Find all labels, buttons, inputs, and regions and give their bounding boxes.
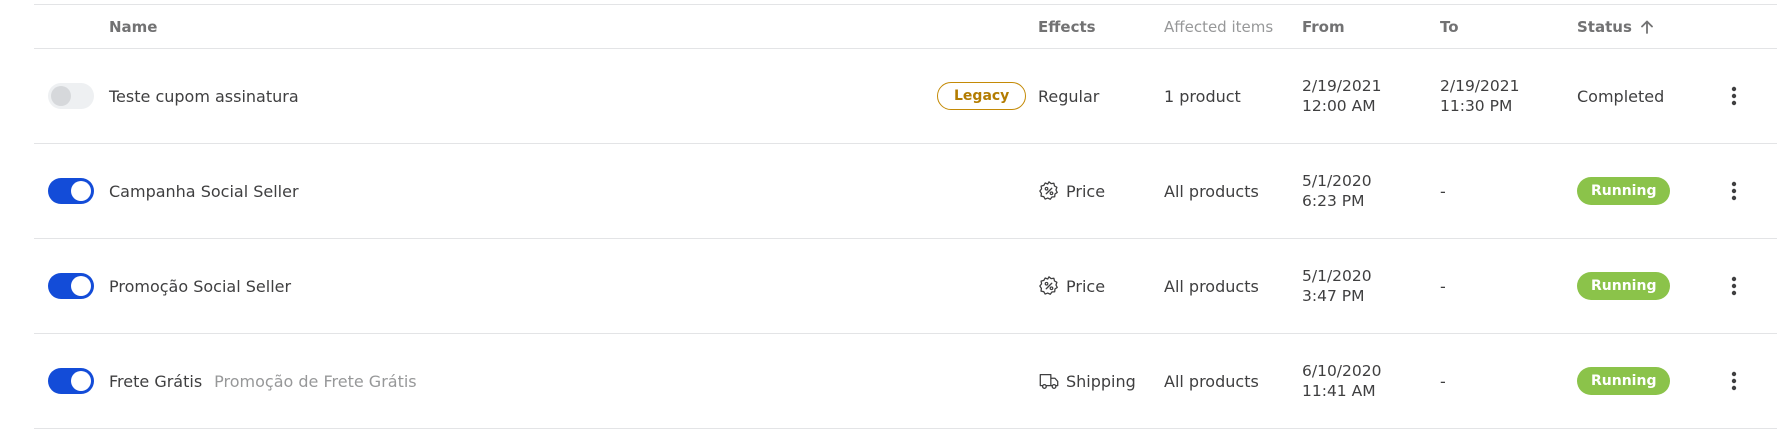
table-header: Name Effects Affected items From To Stat… [34, 5, 1777, 49]
promotion-effect: Regular [1038, 49, 1163, 143]
legacy-badge: Legacy [937, 82, 1027, 110]
promotion-effect: Price [1038, 144, 1163, 238]
more-options-icon[interactable] [1731, 86, 1737, 106]
from-datetime: 5/1/2020 3:47 PM [1302, 239, 1442, 333]
promotion-active-toggle[interactable] [48, 273, 94, 299]
to-date: 2/19/2021 [1440, 77, 1520, 95]
status-text: Completed [1577, 86, 1665, 106]
more-options-icon[interactable] [1731, 181, 1737, 201]
column-header-affected-items: Affected items [1164, 17, 1274, 36]
table-row[interactable]: Frete Grátis Promoção de Frete Grátis Sh… [34, 334, 1777, 429]
price-tag-percent-icon [1039, 181, 1058, 200]
from-datetime: 2/19/2021 12:00 AM [1302, 49, 1442, 143]
affected-items: All products [1164, 181, 1259, 201]
effect-label: Price [1066, 181, 1106, 201]
promotion-name: Frete Grátis [109, 371, 203, 391]
from-date: 5/1/2020 [1302, 267, 1372, 285]
column-header-from[interactable]: From [1302, 5, 1442, 48]
status-badge: Running [1577, 272, 1671, 300]
promotion-name-cell[interactable]: Frete Grátis Promoção de Frete Grátis [109, 334, 959, 428]
to-datetime: - [1440, 371, 1446, 391]
to-time: 11:30 PM [1440, 97, 1513, 115]
affected-items: All products [1164, 276, 1259, 296]
affected-items: All products [1164, 371, 1259, 391]
from-date: 6/10/2020 [1302, 362, 1382, 380]
more-options-icon[interactable] [1731, 371, 1737, 391]
column-header-to[interactable]: To [1440, 5, 1580, 48]
status-badge: Running [1577, 367, 1671, 395]
from-time: 11:41 AM [1302, 382, 1376, 400]
promotion-effect: Price [1038, 239, 1163, 333]
effect-label: Price [1066, 276, 1106, 296]
status-badge: Running [1577, 177, 1671, 205]
promotion-active-toggle[interactable] [48, 178, 94, 204]
promotion-active-toggle[interactable] [48, 83, 94, 109]
promotion-name[interactable]: Promoção Social Seller [109, 239, 959, 333]
table-row[interactable]: Campanha Social Seller Price All product… [34, 144, 1777, 239]
column-header-status-label: Status [1577, 17, 1632, 36]
table-row[interactable]: Teste cupom assinatura Legacy Regular 1 … [34, 49, 1777, 144]
from-datetime: 6/10/2020 11:41 AM [1302, 334, 1442, 428]
column-header-name[interactable]: Name [109, 5, 959, 48]
to-datetime: - [1440, 276, 1446, 296]
promotion-name[interactable]: Campanha Social Seller [109, 144, 959, 238]
promotions-table: Name Effects Affected items From To Stat… [34, 4, 1777, 429]
affected-items: 1 product [1164, 86, 1241, 106]
promotion-name[interactable]: Teste cupom assinatura [109, 49, 959, 143]
more-options-icon[interactable] [1731, 276, 1737, 296]
from-time: 12:00 AM [1302, 97, 1376, 115]
effect-label: Shipping [1066, 371, 1136, 391]
from-datetime: 5/1/2020 6:23 PM [1302, 144, 1442, 238]
price-tag-percent-icon [1039, 276, 1058, 295]
column-header-effects[interactable]: Effects [1038, 5, 1163, 48]
promotion-effect: Shipping [1038, 334, 1163, 428]
promotion-active-toggle[interactable] [48, 368, 94, 394]
sort-ascending-icon [1640, 20, 1653, 34]
from-date: 5/1/2020 [1302, 172, 1372, 190]
promotion-description: Promoção de Frete Grátis [214, 371, 417, 391]
from-time: 3:47 PM [1302, 287, 1365, 305]
shipping-truck-icon [1039, 373, 1059, 389]
effect-label: Regular [1038, 86, 1100, 106]
to-datetime: - [1440, 181, 1446, 201]
table-row[interactable]: Promoção Social Seller Price All product… [34, 239, 1777, 334]
column-header-status[interactable]: Status [1577, 5, 1727, 48]
from-date: 2/19/2021 [1302, 77, 1382, 95]
from-time: 6:23 PM [1302, 192, 1365, 210]
to-datetime: 2/19/2021 11:30 PM [1440, 49, 1580, 143]
